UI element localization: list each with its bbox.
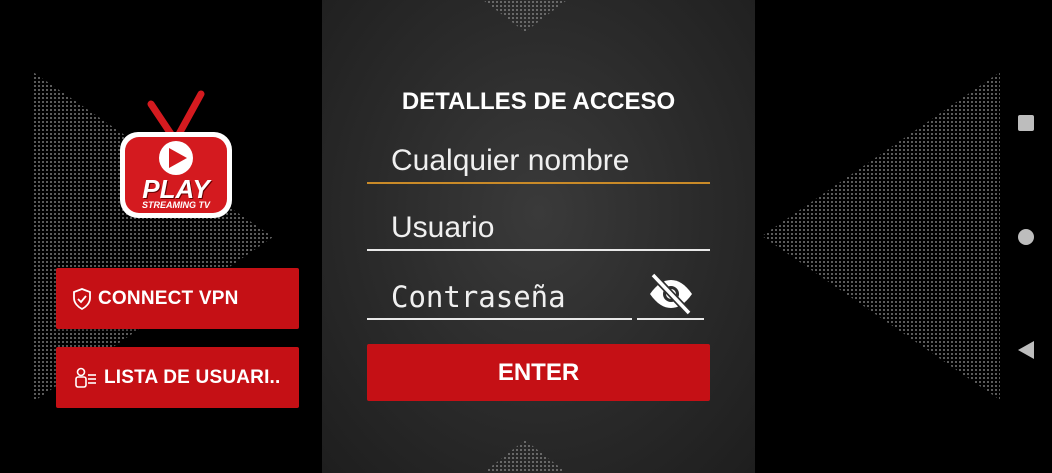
eye-slash-icon xyxy=(649,272,692,316)
enter-button[interactable]: ENTER xyxy=(367,344,710,401)
user-list-button[interactable]: LISTA DE USUARI.. xyxy=(56,347,299,408)
right-dotted-triangle xyxy=(762,72,1000,400)
circle-icon xyxy=(1018,229,1034,245)
user-list-icon xyxy=(74,367,98,389)
logo-tagline: STREAMING TV xyxy=(141,200,210,210)
username-input[interactable]: Usuario xyxy=(367,207,710,251)
app-logo: PLAY STREAMING TV xyxy=(115,90,237,224)
home-button[interactable] xyxy=(1000,228,1052,246)
android-nav-bar xyxy=(1000,0,1052,473)
back-triangle-icon xyxy=(1018,341,1034,359)
shield-icon xyxy=(72,287,92,310)
name-placeholder: Cualquier nombre xyxy=(391,144,630,177)
form-title: DETALLES DE ACCESO xyxy=(401,88,676,115)
recents-button[interactable] xyxy=(1000,114,1052,132)
name-input[interactable]: Cualquier nombre xyxy=(367,140,710,184)
user-list-label: LISTA DE USUARI.. xyxy=(104,366,281,388)
back-button[interactable] xyxy=(1000,340,1052,360)
connect-vpn-label: CONNECT VPN xyxy=(98,287,239,309)
square-icon xyxy=(1018,115,1034,131)
connect-vpn-button[interactable]: CONNECT VPN xyxy=(56,268,299,329)
password-input[interactable]: Contraseña xyxy=(367,276,632,320)
toggle-password-visibility[interactable] xyxy=(637,270,704,320)
username-placeholder: Usuario xyxy=(391,211,495,244)
password-placeholder: Contraseña xyxy=(391,280,566,314)
